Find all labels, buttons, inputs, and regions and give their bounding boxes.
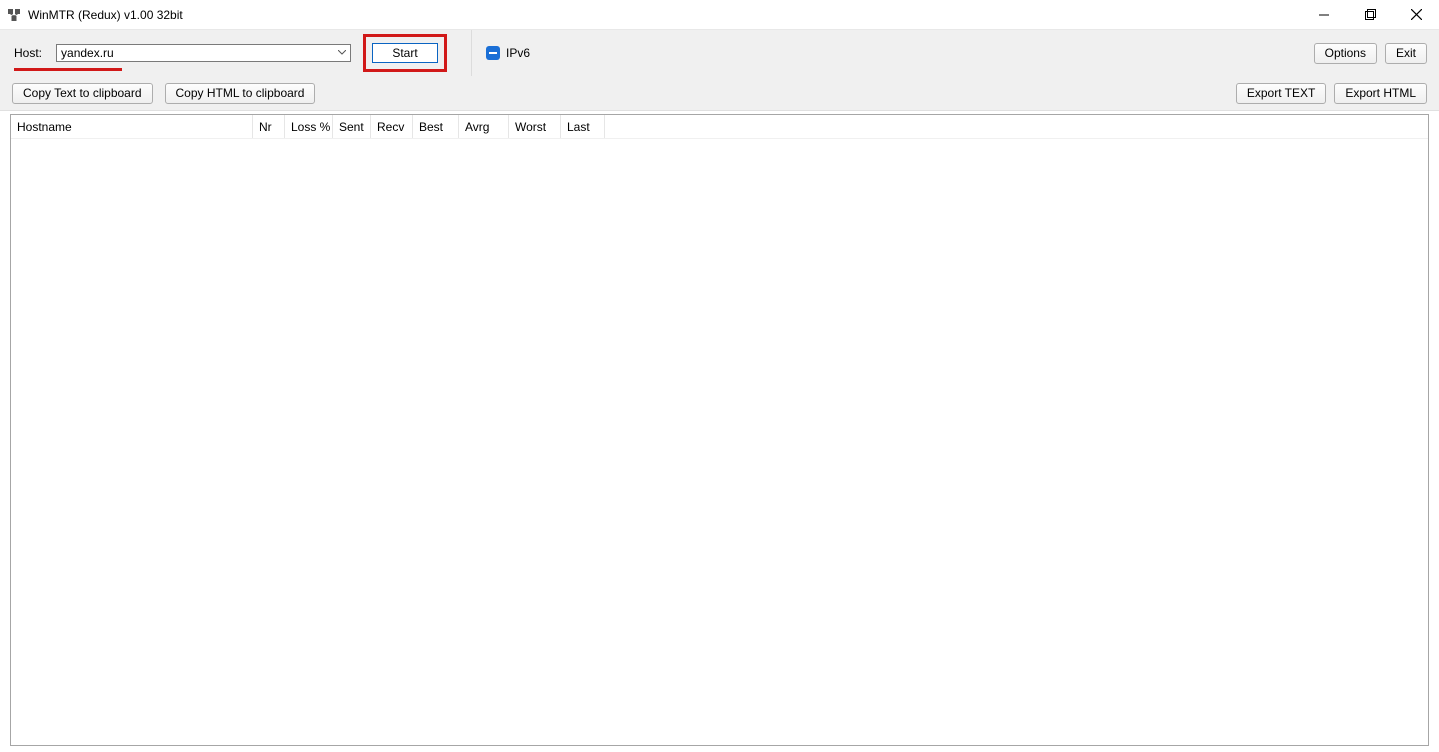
results-table: Hostname Nr Loss % Sent Recv Best Avrg W… — [10, 114, 1429, 746]
col-last[interactable]: Last — [561, 115, 605, 138]
col-best[interactable]: Best — [413, 115, 459, 138]
toolbar-row-1: Host: Start IPv6 Options Exit — [0, 30, 1439, 76]
title-bar: WinMTR (Redux) v1.00 32bit — [0, 0, 1439, 30]
col-sent[interactable]: Sent — [333, 115, 371, 138]
col-recv[interactable]: Recv — [371, 115, 413, 138]
toolbar: Host: Start IPv6 Options Exit Copy Text … — [0, 30, 1439, 111]
options-button[interactable]: Options — [1314, 43, 1377, 64]
host-combobox[interactable] — [56, 44, 351, 62]
col-loss[interactable]: Loss % — [285, 115, 333, 138]
copy-html-button[interactable]: Copy HTML to clipboard — [165, 83, 316, 104]
exit-button[interactable]: Exit — [1385, 43, 1427, 64]
start-button[interactable]: Start — [372, 43, 438, 63]
minimize-button[interactable] — [1301, 0, 1347, 30]
highlight-underline — [14, 68, 122, 71]
ipv6-checkbox[interactable] — [486, 46, 500, 60]
export-html-button[interactable]: Export HTML — [1334, 83, 1427, 104]
host-input[interactable] — [56, 44, 351, 62]
window-title: WinMTR (Redux) v1.00 32bit — [28, 8, 183, 22]
export-text-button[interactable]: Export TEXT — [1236, 83, 1326, 104]
app-icon — [6, 7, 22, 23]
host-label: Host: — [14, 46, 42, 60]
col-hostname[interactable]: Hostname — [11, 115, 253, 138]
col-nr[interactable]: Nr — [253, 115, 285, 138]
close-button[interactable] — [1393, 0, 1439, 30]
ipv6-option[interactable]: IPv6 — [471, 30, 530, 76]
maximize-button[interactable] — [1347, 0, 1393, 30]
col-worst[interactable]: Worst — [509, 115, 561, 138]
copy-text-button[interactable]: Copy Text to clipboard — [12, 83, 153, 104]
ipv6-label: IPv6 — [506, 46, 530, 60]
col-avrg[interactable]: Avrg — [459, 115, 509, 138]
table-header: Hostname Nr Loss % Sent Recv Best Avrg W… — [11, 115, 1428, 139]
highlight-box: Start — [363, 34, 447, 72]
toolbar-row-2: Copy Text to clipboard Copy HTML to clip… — [0, 76, 1439, 110]
